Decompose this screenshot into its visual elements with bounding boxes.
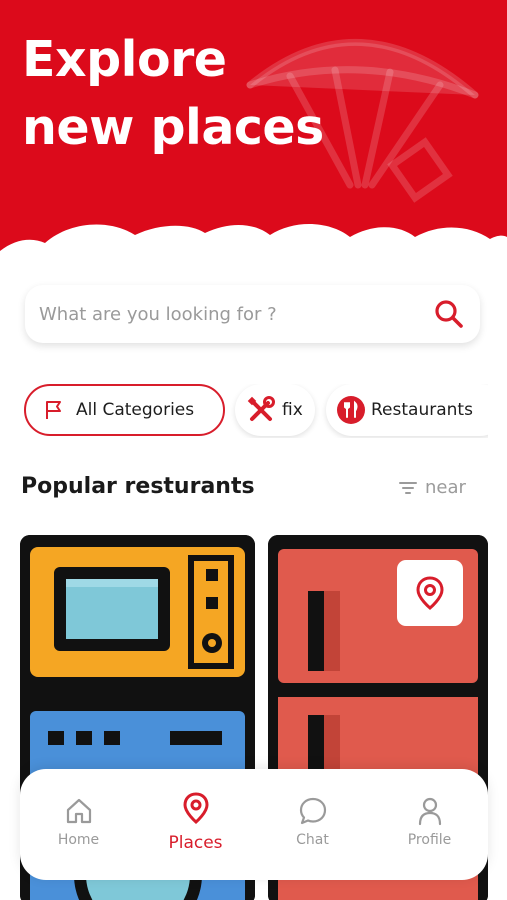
search-input[interactable]	[39, 295, 419, 333]
category-chip-label: Restaurants	[371, 400, 473, 420]
filter-icon	[399, 481, 417, 494]
nav-label: Places	[168, 833, 223, 853]
category-chip-label: fix	[282, 400, 303, 420]
flag-icon	[46, 401, 61, 419]
hero-title-line-2: new places	[22, 99, 324, 156]
section-title: Popular resturants	[21, 474, 255, 499]
nav-profile[interactable]: Profile	[371, 769, 488, 880]
search-bar[interactable]	[25, 285, 480, 343]
category-chip-label: All Categories	[76, 400, 195, 420]
nav-chat[interactable]: Chat	[254, 769, 371, 880]
category-chip-restaurants[interactable]: Restaurants	[326, 384, 488, 436]
sort-label: near	[425, 477, 466, 498]
tools-icon	[247, 396, 275, 421]
map-pin-button[interactable]	[397, 560, 463, 626]
category-chip-fix[interactable]: fix	[235, 384, 315, 436]
location-pin-icon	[416, 576, 444, 610]
hero-title-line-1: Explore	[22, 31, 227, 88]
bottom-navigation: Home Places Chat Profile	[20, 769, 488, 880]
nav-places[interactable]: Places	[137, 769, 254, 880]
hero-banner: Explore new places	[0, 0, 507, 260]
home-icon	[66, 798, 91, 824]
cloud-divider	[0, 223, 507, 260]
category-chips: All Categories fix Restaurants	[0, 384, 488, 438]
hero-title: Explore new places	[22, 26, 324, 162]
nav-home[interactable]: Home	[20, 769, 137, 880]
nav-label: Profile	[407, 832, 452, 848]
category-chip-all[interactable]: All Categories	[24, 384, 225, 436]
sort-button[interactable]: near	[398, 477, 466, 498]
cutlery-icon	[337, 396, 365, 424]
nav-label: Home	[57, 832, 100, 848]
person-icon	[418, 797, 441, 826]
nav-label: Chat	[296, 832, 329, 848]
location-pin-icon	[182, 792, 209, 824]
chat-bubble-icon	[299, 797, 326, 825]
search-icon[interactable]	[432, 297, 466, 331]
